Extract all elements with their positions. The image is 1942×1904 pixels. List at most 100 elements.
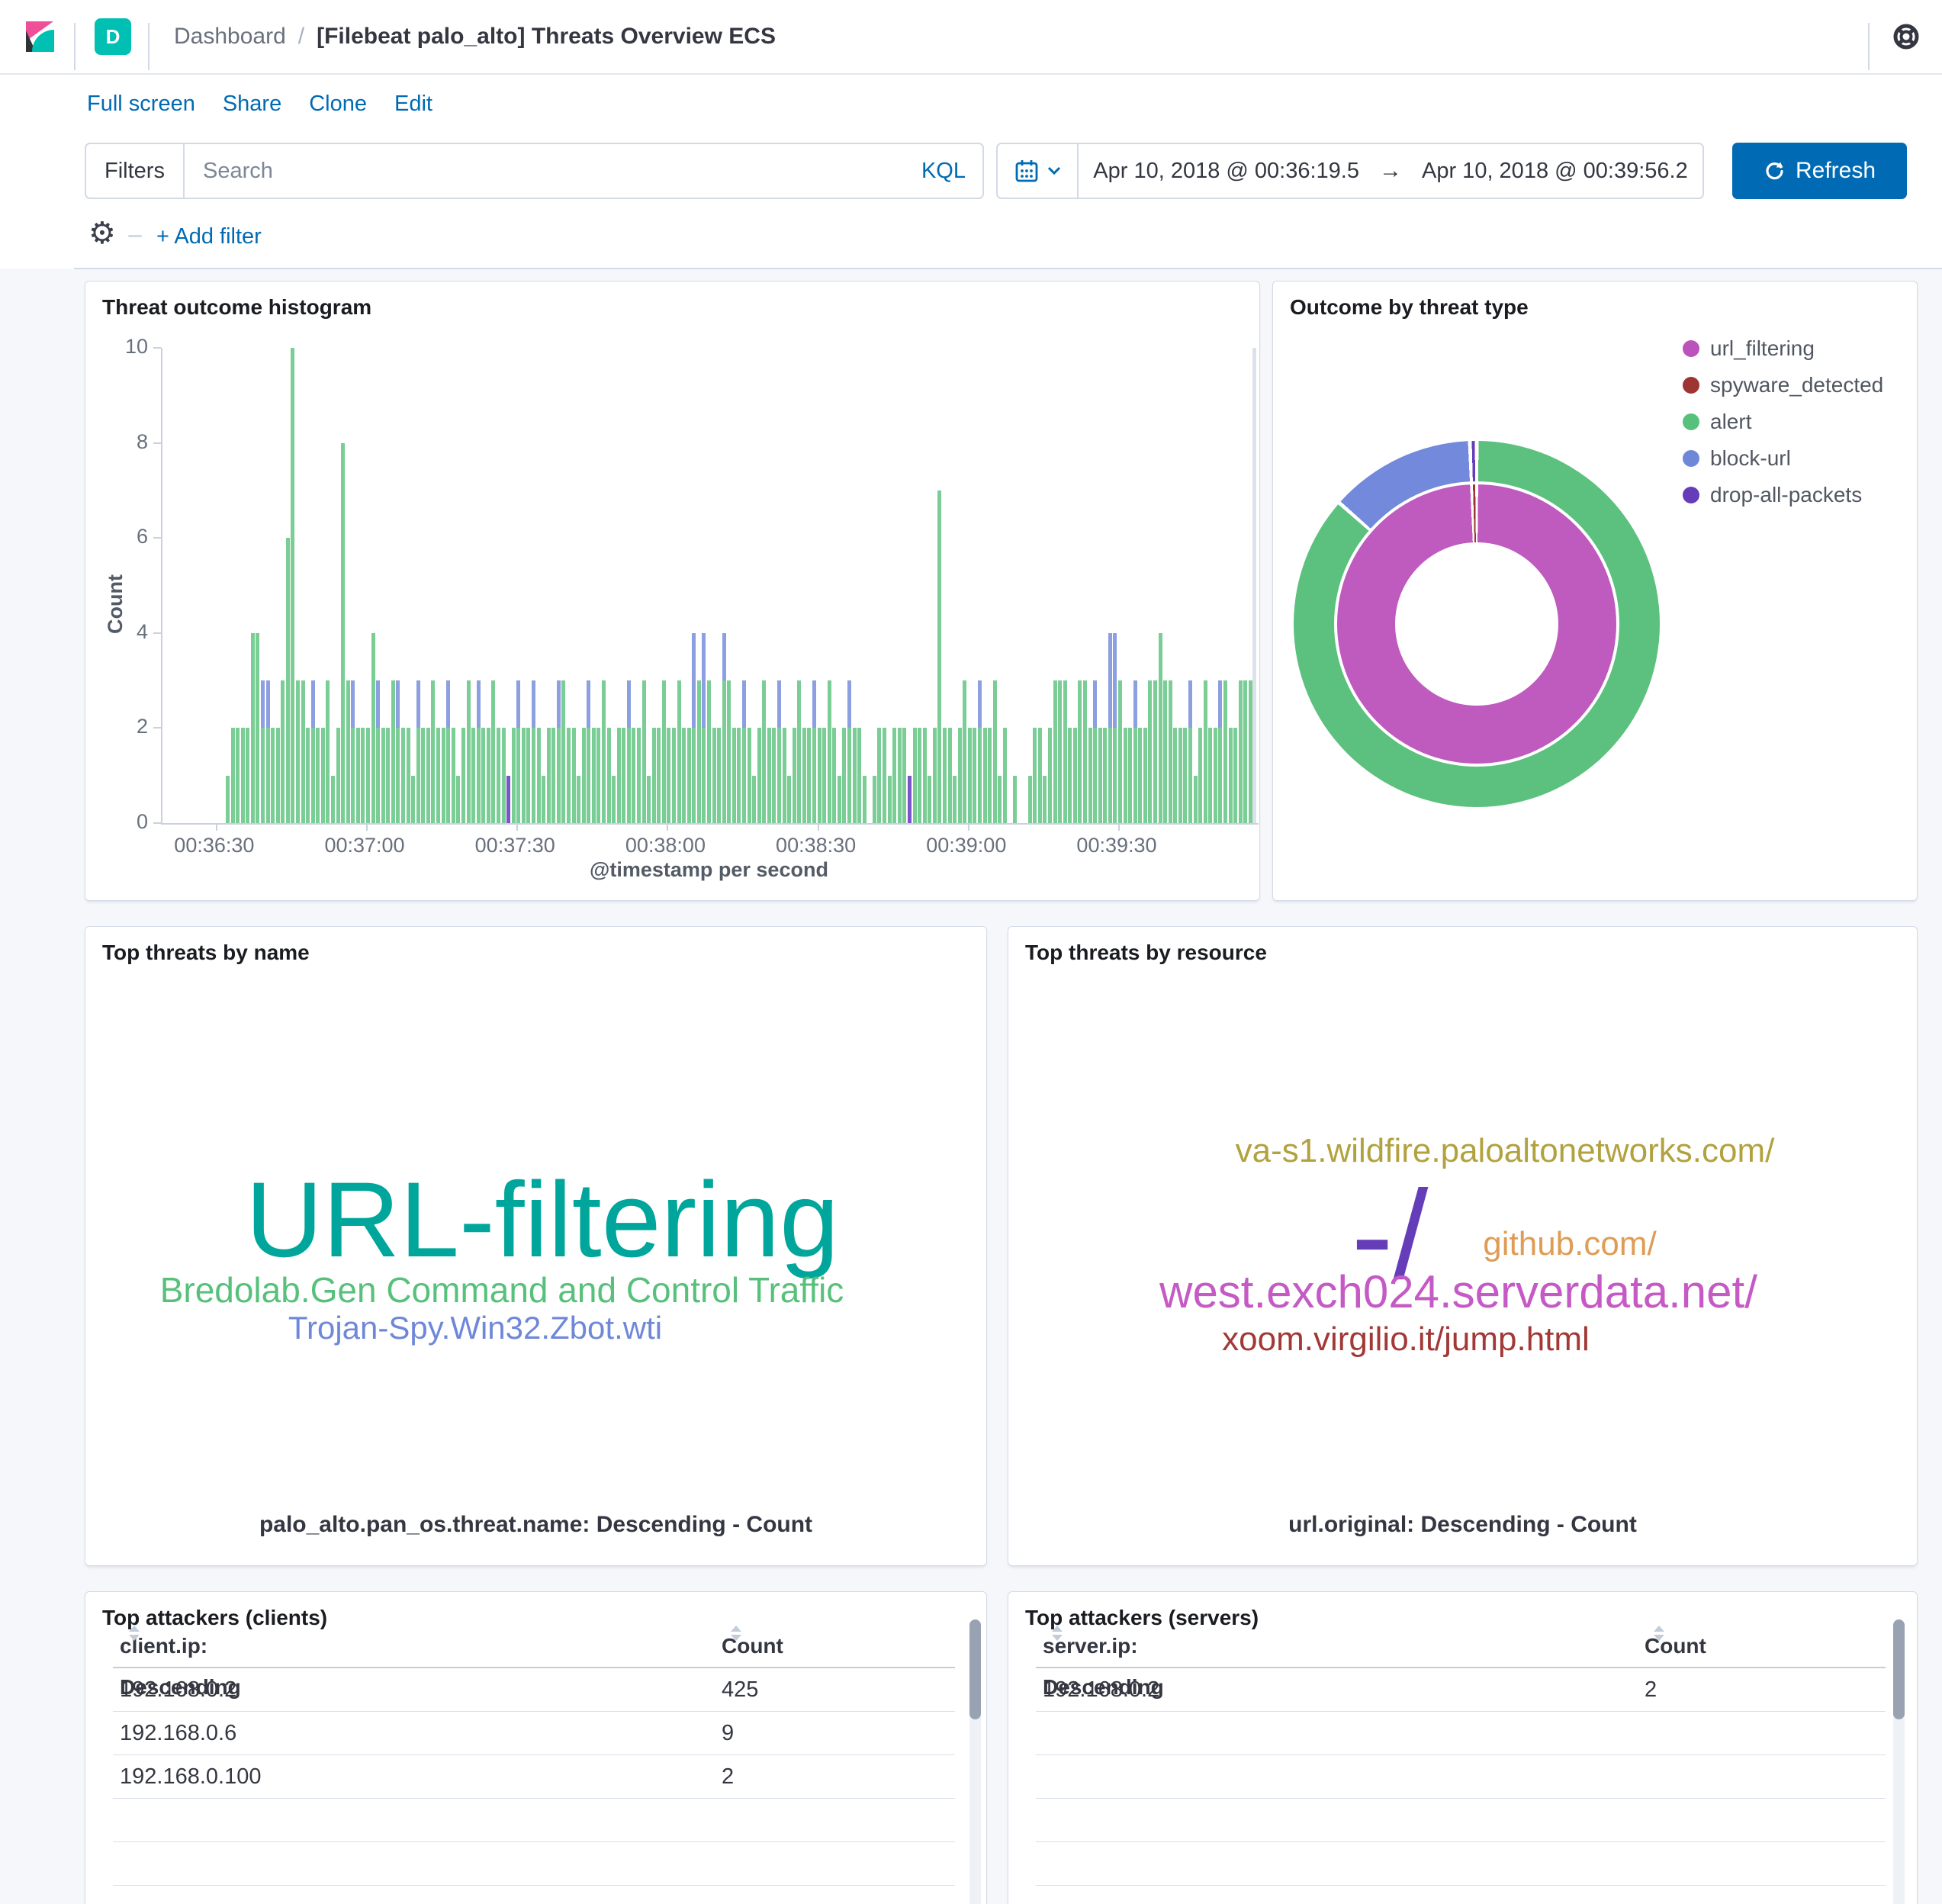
histogram-bar[interactable] — [1148, 680, 1152, 823]
histogram-bar[interactable] — [1183, 728, 1187, 823]
histogram-bar[interactable] — [442, 728, 445, 823]
histogram-bar[interactable] — [1178, 728, 1182, 823]
kibana-logo-icon[interactable] — [23, 20, 56, 53]
histogram-bar[interactable] — [386, 728, 390, 823]
histogram-bar[interactable] — [783, 728, 786, 823]
histogram-bar[interactable] — [727, 680, 731, 823]
histogram-bar[interactable] — [712, 728, 716, 823]
histogram-bar[interactable] — [687, 728, 691, 823]
histogram-bar[interactable] — [391, 680, 395, 823]
histogram-bar[interactable] — [812, 680, 816, 823]
histogram-bar[interactable] — [828, 680, 831, 823]
histogram-bar[interactable] — [331, 776, 335, 823]
histogram-bar[interactable] — [657, 728, 661, 823]
histogram-bar[interactable] — [602, 680, 606, 823]
histogram-bar[interactable] — [341, 443, 345, 823]
tag-cloud-term[interactable]: west.exch024.serverdata.net/ — [1159, 1269, 1757, 1315]
histogram-bar[interactable] — [567, 728, 571, 823]
histogram-bar[interactable] — [286, 538, 290, 823]
histogram-bar[interactable] — [532, 680, 535, 823]
histogram-bar[interactable] — [607, 728, 611, 823]
histogram-bar[interactable] — [411, 776, 415, 823]
histogram-bar[interactable] — [748, 728, 751, 823]
histogram-bar[interactable] — [1153, 680, 1157, 823]
histogram-bar[interactable] — [381, 728, 385, 823]
refresh-button[interactable]: Refresh — [1732, 143, 1907, 199]
histogram-bar[interactable] — [1098, 728, 1102, 823]
histogram-bar[interactable] — [371, 633, 375, 823]
histogram-bar[interactable] — [316, 728, 320, 823]
histogram-bar[interactable] — [1043, 776, 1047, 823]
histogram-bar[interactable] — [1093, 680, 1097, 823]
histogram-bar[interactable] — [261, 680, 265, 823]
histogram-bar[interactable] — [667, 728, 670, 823]
histogram-bar[interactable] — [818, 728, 821, 823]
histogram-bar[interactable] — [1198, 728, 1202, 823]
histogram-bar[interactable] — [1128, 728, 1132, 823]
histogram-bar[interactable] — [722, 633, 726, 823]
histogram-bar[interactable] — [1233, 728, 1237, 823]
histogram-bar[interactable] — [481, 728, 485, 823]
histogram-bar[interactable] — [742, 680, 746, 823]
histogram-bar[interactable] — [1169, 680, 1172, 823]
histogram-bar[interactable] — [797, 680, 801, 823]
histogram-bar[interactable] — [923, 728, 927, 823]
histogram-bar[interactable] — [251, 633, 255, 823]
histogram-bar[interactable] — [707, 680, 711, 823]
histogram-bar[interactable] — [627, 680, 631, 823]
histogram-bar[interactable] — [1214, 728, 1217, 823]
histogram-bar[interactable] — [988, 728, 992, 823]
histogram-bar[interactable] — [677, 680, 681, 823]
calendar-button[interactable] — [998, 144, 1079, 198]
histogram-bar[interactable] — [857, 728, 861, 823]
histogram-bar[interactable] — [557, 680, 561, 823]
histogram-bar[interactable] — [802, 728, 806, 823]
histogram-bar[interactable] — [526, 728, 530, 823]
histogram-bar[interactable] — [682, 728, 686, 823]
histogram-bar[interactable] — [512, 728, 516, 823]
histogram-bar[interactable] — [908, 776, 912, 823]
histogram-bar[interactable] — [697, 680, 701, 823]
histogram-bar[interactable] — [637, 728, 641, 823]
histogram-bar[interactable] — [1229, 728, 1233, 823]
tag-cloud-term[interactable]: URL-filtering — [246, 1166, 839, 1273]
histogram-bar[interactable] — [291, 348, 294, 823]
histogram-bar[interactable] — [572, 728, 576, 823]
histogram-bar[interactable] — [787, 776, 791, 823]
add-filter-button[interactable]: + Add filter — [156, 224, 262, 249]
histogram-bar[interactable] — [487, 728, 490, 823]
histogram-bar[interactable] — [822, 728, 826, 823]
histogram-bar[interactable] — [632, 728, 635, 823]
histogram-bar[interactable] — [1133, 680, 1137, 823]
histogram-bar[interactable] — [863, 776, 867, 823]
histogram-bar[interactable] — [537, 728, 541, 823]
histogram-bar[interactable] — [918, 728, 921, 823]
histogram-bar[interactable] — [902, 728, 906, 823]
histogram-bar[interactable] — [793, 728, 796, 823]
tag-cloud-term[interactable]: xoom.virgilio.it/jump.html — [1222, 1323, 1590, 1356]
scrollbar-thumb[interactable] — [1893, 1619, 1905, 1719]
histogram-bar[interactable] — [1068, 728, 1072, 823]
histogram-bar[interactable] — [672, 728, 676, 823]
histogram-bar[interactable] — [702, 633, 706, 823]
legend-item-alert[interactable]: alert — [1683, 410, 1751, 434]
histogram-bar[interactable] — [888, 776, 892, 823]
histogram-bar[interactable] — [1243, 680, 1247, 823]
histogram-bar[interactable] — [772, 728, 776, 823]
legend-item-url_filtering[interactable]: url_filtering — [1683, 336, 1815, 361]
histogram-bar[interactable] — [1058, 680, 1062, 823]
histogram-bar[interactable] — [832, 728, 836, 823]
histogram-bar[interactable] — [361, 728, 365, 823]
histogram-bar[interactable] — [948, 728, 952, 823]
histogram-bar[interactable] — [1218, 680, 1222, 823]
histogram-bar[interactable] — [873, 776, 876, 823]
histogram-bar[interactable] — [842, 728, 846, 823]
histogram-bar[interactable] — [231, 728, 235, 823]
histogram-bar[interactable] — [246, 728, 249, 823]
histogram-bar[interactable] — [898, 728, 902, 823]
scrollbar-thumb[interactable] — [969, 1619, 981, 1719]
histogram-bar[interactable] — [732, 728, 736, 823]
help-icon[interactable] — [1891, 21, 1921, 52]
histogram-bar[interactable] — [561, 680, 565, 823]
histogram-bar[interactable] — [973, 728, 976, 823]
